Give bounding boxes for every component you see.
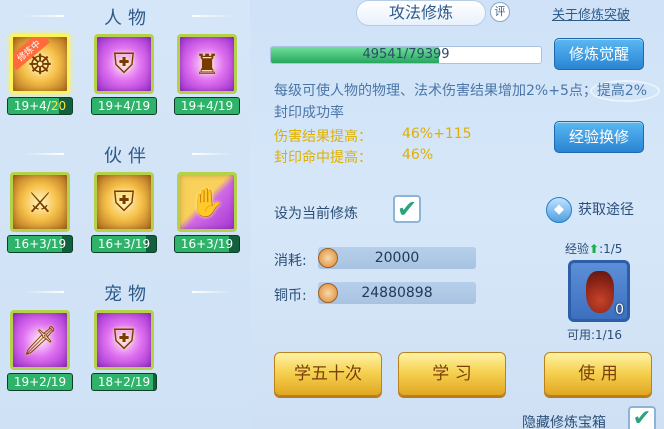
awaken-button[interactable]: 修炼觉醒 (554, 38, 644, 70)
about-breakthrough-link[interactable]: 关于修炼突破 (552, 4, 630, 23)
stat-value: 46% (402, 147, 434, 163)
acquire-link[interactable]: ◆ 获取途径 (546, 197, 634, 223)
stat-label: 伤害结果提高： (274, 129, 372, 145)
level-text: 19+4/19 (97, 99, 151, 113)
item-slot[interactable]: 0 (568, 260, 630, 322)
level-text: 19+4/19 (180, 99, 234, 113)
learn-button[interactable]: 学 习 (398, 352, 506, 396)
pet-skill-icon: 🗡 (10, 310, 70, 370)
character-skill-icon: ♜ (177, 34, 237, 94)
character-skill-icon: ⛨ (94, 34, 154, 94)
item-exp-label: 经验⬆:1/5 (565, 242, 623, 256)
diamond-icon: ◆ (546, 197, 572, 223)
learn-fifty-button[interactable]: 学五十次 (274, 352, 382, 396)
level-text: 16+3/19 (13, 237, 67, 251)
sword-cat-icon: 🗡 (22, 323, 58, 357)
set-current-checkbox[interactable]: ✔ (393, 195, 421, 223)
level-bar: 16+3/19 (7, 235, 73, 253)
slot-partner-1[interactable]: ⚔ 16+3/19 (7, 172, 73, 253)
pet-skill-icon: ⛨ (94, 310, 154, 370)
level-bar: 19+4/19 (91, 97, 157, 115)
use-button[interactable]: 使 用 (544, 352, 652, 396)
hide-chest-label: 隐藏修炼宝箱 (522, 415, 606, 429)
stat-value: 46%+115 (402, 126, 472, 142)
rate-icon[interactable]: 评 (490, 2, 510, 22)
level-text: 16+3/19 (180, 237, 234, 251)
coin-label: 铜币: (274, 288, 307, 304)
exp-progress-text: 49541/79399 (362, 47, 450, 62)
level-bar: 16+3/19 (91, 235, 157, 253)
vase-icon (586, 271, 614, 313)
stat-seal: 封印命中提高： 46% (274, 147, 433, 167)
shield-beast-icon: ⛨ (113, 185, 135, 218)
slot-pet-2[interactable]: ⛨ 18+2/19 (91, 310, 157, 391)
level-bar: 19+4/19 (174, 97, 240, 115)
coin-icon (318, 283, 338, 303)
level-bar: 19+4/20 (7, 97, 73, 115)
armor-icon: ♜ (194, 47, 220, 81)
consume-value: 20000 (318, 247, 476, 269)
level-bar: 19+2/19 (7, 373, 73, 391)
section-title-pet: 宠物 (24, 280, 188, 306)
cultivation-target-panel: 人物 ☸ 修炼中 19+4/20 ⛨ 19+4/19 ♜ 19+4/19 伙伴 (0, 0, 250, 429)
skill-description: 每级可使人物的物理、法术伤害结果增加2%+5点；提高2%封印成功率 (274, 83, 648, 121)
coin-icon (318, 248, 338, 268)
section-title-character: 人物 (24, 4, 188, 30)
level-bar: 18+2/19 (91, 373, 157, 391)
exchange-exp-button[interactable]: 经验换修 (554, 121, 644, 153)
slot-pet-1[interactable]: 🗡 19+2/19 (7, 310, 73, 391)
checkmark-icon: ✔ (632, 406, 652, 429)
level-text: 19+4/20 (13, 99, 67, 113)
slot-partner-2[interactable]: ⛨ 16+3/19 (91, 172, 157, 253)
sword-beast-icon: ⚔ (27, 185, 53, 219)
level-text: 16+3/19 (97, 237, 151, 251)
page-title: 攻法修炼 (356, 0, 486, 26)
level-bar: 16+3/19 (174, 235, 240, 253)
slot-character-3[interactable]: ♜ 19+4/19 (174, 34, 240, 115)
exp-progress-bar: 49541/79399 (270, 46, 542, 64)
hide-chest-checkbox[interactable]: ✔ (628, 406, 656, 429)
consume-label: 消耗: (274, 253, 307, 269)
arrow-up-icon: ⬆ (589, 242, 600, 256)
character-skill-icon: ☸ 修炼中 (10, 34, 70, 94)
slot-character-2[interactable]: ⛨ 19+4/19 (91, 34, 157, 115)
item-usable: 可用:1/16 (567, 328, 622, 342)
stat-label: 封印命中提高： (274, 150, 372, 166)
level-text: 18+2/19 (97, 375, 151, 389)
slot-character-1[interactable]: ☸ 修炼中 19+4/20 (7, 34, 73, 115)
slot-partner-3[interactable]: ✋ 16+3/19 (174, 172, 240, 253)
section-title-partner: 伙伴 (24, 142, 188, 168)
item-count: 0 (615, 302, 624, 318)
shield-cat-icon: ⛨ (113, 323, 135, 356)
level-text: 19+2/19 (13, 375, 67, 389)
claw-beast-icon: ✋ (189, 185, 225, 219)
partner-skill-icon: ⚔ (10, 172, 70, 232)
coin-value: 24880898 (318, 282, 476, 304)
set-current-label: 设为当前修炼 (274, 206, 358, 222)
checkmark-icon: ✔ (396, 195, 418, 223)
partner-skill-icon: ⛨ (94, 172, 154, 232)
shield-icon: ⛨ (113, 47, 135, 80)
acquire-label: 获取途径 (578, 202, 634, 218)
stat-damage: 伤害结果提高： 46%+115 (274, 126, 472, 146)
partner-skill-icon: ✋ (177, 172, 237, 232)
